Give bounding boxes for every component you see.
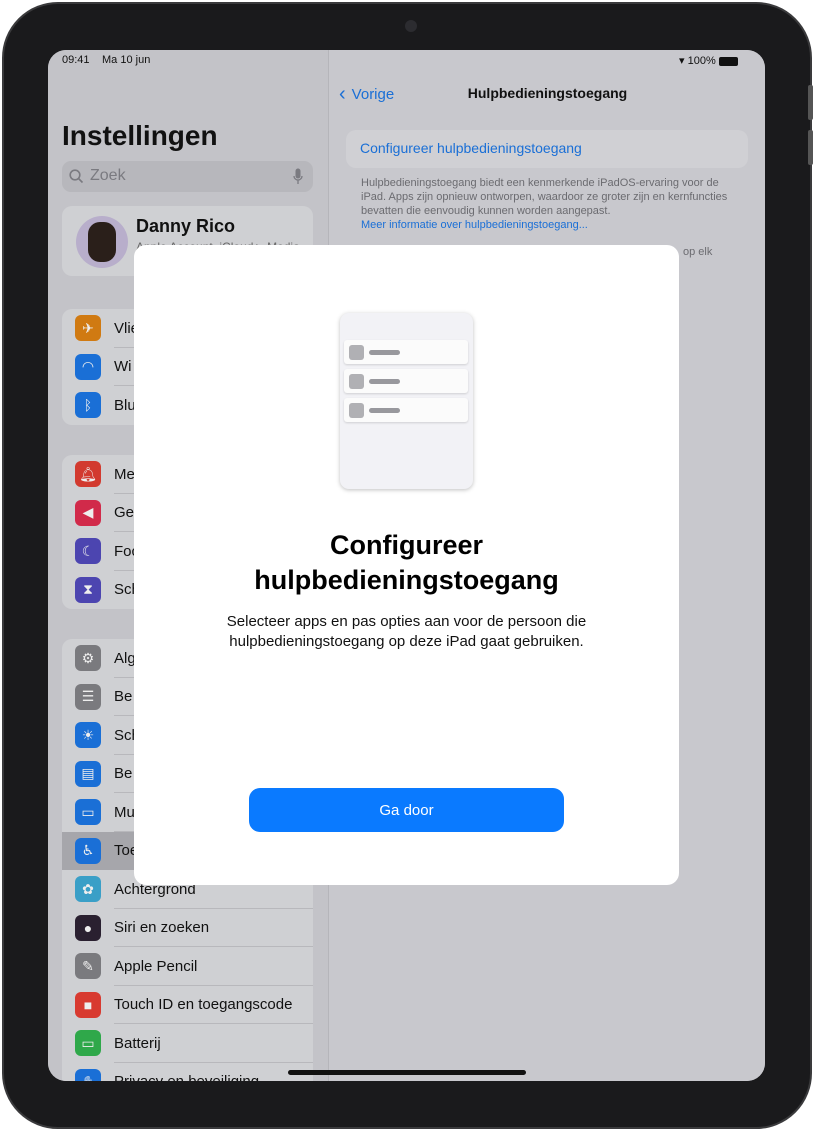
search-icon <box>69 169 84 184</box>
configure-link[interactable]: Configureer hulpbedieningstoegang <box>346 130 748 168</box>
continue-button[interactable]: Ga door <box>249 788 564 832</box>
more-info-link[interactable]: Meer informatie over hulpbedieningstoega… <box>361 218 746 232</box>
detail-description: Hulpbedieningstoegang biedt een kenmerke… <box>361 176 746 232</box>
sidebar-item-label: Me <box>114 465 135 483</box>
sidebar-item-label: Be <box>114 688 133 706</box>
nav-title: Hulpbedieningstoegang <box>467 85 628 101</box>
front-camera <box>405 20 417 32</box>
modal-title: Configureer hulpbedieningstoegang <box>254 530 559 595</box>
sidebar-item[interactable]: ✎ Apple Pencil <box>62 947 313 986</box>
sidebar-item[interactable]: ▭ Batterij <box>62 1024 313 1063</box>
pencil-icon: ✎ <box>75 953 101 980</box>
hourglass-icon: ⧗ <box>75 576 101 603</box>
sidebar-item-label: Wi <box>114 358 132 376</box>
home-screen-icon: ▤ <box>75 760 101 787</box>
sidebar-item-label: Batterij <box>114 1034 161 1052</box>
bluetooth-icon: ᛒ <box>75 392 101 419</box>
multitasking-icon: ▭ <box>75 799 101 826</box>
siri-icon: ● <box>75 914 101 941</box>
gear-icon: ⚙ <box>75 645 101 672</box>
battery-icon: ▭ <box>75 1030 101 1057</box>
description-text: Hulpbedieningstoegang biedt een kenmerke… <box>361 177 728 217</box>
notifications-icon: 🔔︎ <box>75 461 101 488</box>
sidebar-item-label: Touch ID en toegangscode <box>114 996 293 1014</box>
search-input[interactable]: Zoek <box>62 161 313 192</box>
airplane-icon: ✈ <box>75 315 101 342</box>
sidebar-item[interactable]: ● Siri en zoeken <box>62 909 313 947</box>
sidebar-item[interactable]: ■ Touch ID en toegangscode <box>62 986 313 1024</box>
privacy-hand-icon: ✋︎ <box>75 1068 101 1081</box>
list-illustration <box>340 313 473 489</box>
sidebar-item-label: Siri en zoeken <box>114 919 210 937</box>
page-title: Instellingen <box>62 120 218 151</box>
control-center-icon: ☰ <box>75 683 101 710</box>
sidebar-item[interactable]: ✋︎ Privacy en beveiliging <box>62 1063 313 1081</box>
sidebar-item-label: Mu <box>114 803 135 821</box>
wallpaper-icon: ✿ <box>75 876 101 903</box>
sound-icon: ◀ <box>75 499 101 526</box>
partial-text: op elk <box>683 246 713 258</box>
focus-moon-icon: ☾ <box>75 538 101 565</box>
lock-icon: ■ <box>75 991 101 1018</box>
configure-modal: Configureer hulpbedieningstoegang Select… <box>134 245 679 885</box>
sidebar-item-label: Apple Pencil <box>114 957 198 975</box>
sidebar-item-label: Alg <box>114 649 136 667</box>
brightness-icon: ☀ <box>75 722 101 749</box>
modal-description: Selecteer apps en pas opties aan voor de… <box>226 613 587 650</box>
wifi-icon: ◠ <box>75 353 101 380</box>
sidebar-item-label: Blu <box>114 396 136 414</box>
volume-up-button <box>808 85 813 120</box>
home-indicator[interactable] <box>288 1070 526 1075</box>
status-time: 09:41 <box>62 54 90 66</box>
status-wifi-battery: ▾ 100% <box>679 54 738 67</box>
profile-name: Danny Rico <box>136 216 236 236</box>
wifi-icon: ▾ <box>679 55 685 67</box>
status-date: Ma 10 jun <box>102 54 151 66</box>
search-placeholder: Zoek <box>90 167 126 184</box>
sidebar-item-label: Ge <box>114 504 135 522</box>
sidebar-item-label: Be <box>114 765 133 783</box>
microphone-icon[interactable] <box>293 168 303 185</box>
avatar <box>76 216 128 268</box>
accessibility-icon: ♿︎ <box>75 837 101 864</box>
battery-percentage: 100% <box>687 55 716 67</box>
sidebar-item-label: Privacy en beveiliging <box>114 1073 259 1081</box>
volume-down-button <box>808 130 813 165</box>
battery-icon <box>718 56 738 66</box>
